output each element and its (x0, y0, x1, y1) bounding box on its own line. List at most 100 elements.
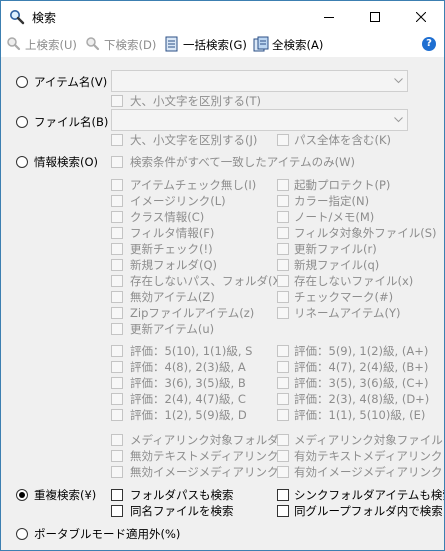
info-checkbox[interactable] (277, 243, 289, 255)
info-label: 無効アイテム(Z) (130, 290, 215, 304)
rating-checkbox[interactable] (277, 409, 289, 421)
info-label: アイテムチェック無し(I) (130, 178, 257, 192)
info-label: 存在しないファイル(x) (294, 274, 414, 288)
file-name-combo[interactable] (111, 109, 408, 131)
duplicate-search-label: 重複検索(¥) (34, 488, 97, 502)
chevron-down-icon (389, 71, 407, 91)
info-label: イメージリンク(L) (130, 194, 226, 208)
sync-folder-checkbox[interactable] (277, 489, 289, 501)
info-label: チェックマーク(#) (294, 290, 394, 304)
file-case-checkbox[interactable] (111, 134, 123, 146)
info-checkbox[interactable] (111, 211, 123, 223)
rating-label: 評価：4(7), 2(4)級, (B+) (294, 360, 429, 374)
info-checkbox[interactable] (111, 275, 123, 287)
rating-checkbox[interactable] (111, 393, 123, 405)
media-label: 有効イメージメディアリンク (294, 465, 443, 479)
all-match-label: 検索条件がすべて一致したアイテムのみ(W) (130, 155, 355, 169)
info-label: 更新チェック(!) (130, 242, 213, 256)
rating-checkbox[interactable] (111, 409, 123, 421)
item-name-combo[interactable] (111, 70, 408, 92)
full-path-checkbox[interactable] (277, 134, 289, 146)
media-label: 有効テキストメディアリンク (294, 449, 443, 463)
batch-search-label: 一括検索(G) (183, 38, 247, 52)
info-checkbox[interactable] (111, 259, 123, 271)
full-path-label: パス全体を含む(K) (294, 133, 392, 147)
info-checkbox[interactable] (111, 291, 123, 303)
rating-checkbox[interactable] (277, 361, 289, 373)
info-label: 存在しないパス、フォルダ(X) (130, 274, 285, 288)
info-checkbox[interactable] (111, 179, 123, 191)
same-name-label: 同名ファイルを検索 (130, 504, 234, 518)
rating-checkbox[interactable] (277, 393, 289, 405)
info-checkbox[interactable] (111, 307, 123, 319)
rating-label: 評価：5(9), 1(2)級, (A+) (294, 344, 429, 358)
info-label: フィルタ情報(F) (130, 226, 215, 240)
rating-checkbox[interactable] (111, 361, 123, 373)
rating-label: 評価：1(2), 5(9)級, D (130, 408, 247, 422)
all-search-button[interactable]: 全検索(A) (253, 36, 323, 54)
search-next-label: 下検索(D) (104, 38, 157, 52)
sync-folder-label: シンクフォルダアイテムも検索 (294, 488, 445, 502)
all-match-checkbox[interactable] (111, 156, 123, 168)
info-search-radio[interactable] (16, 156, 28, 168)
item-case-checkbox[interactable] (111, 95, 123, 107)
toolbar: 上検索(U) 下検索(D) 一括検索(G) 全検索(A) ? (1, 33, 444, 57)
info-checkbox[interactable] (277, 307, 289, 319)
duplicate-search-radio[interactable] (16, 489, 28, 501)
info-checkbox[interactable] (277, 291, 289, 303)
item-name-radio[interactable] (16, 76, 28, 88)
rating-label: 評価：3(6), 3(5)級, B (130, 376, 246, 390)
rating-checkbox[interactable] (111, 377, 123, 389)
media-checkbox[interactable] (111, 434, 123, 446)
rating-label: 評価：2(3), 4(8)級, (D+) (294, 392, 430, 406)
help-icon[interactable]: ? (422, 37, 436, 51)
info-label: 更新ファイル(r) (294, 242, 377, 256)
folder-path-label: フォルダパスも検索 (130, 488, 234, 502)
magnifier-down-icon (85, 36, 101, 55)
info-checkbox[interactable] (277, 259, 289, 271)
info-checkbox[interactable] (111, 243, 123, 255)
info-checkbox[interactable] (111, 323, 123, 335)
search-prev-button[interactable]: 上検索(U) (6, 36, 77, 54)
info-label: リネームアイテム(Y) (294, 306, 401, 320)
file-name-label: ファイル名(B) (34, 115, 109, 129)
portable-mode-label: ポータブルモード適用外(%) (34, 527, 181, 541)
same-name-checkbox[interactable] (111, 505, 123, 517)
info-checkbox[interactable] (277, 275, 289, 287)
search-next-button[interactable]: 下検索(D) (85, 36, 156, 54)
rating-checkbox[interactable] (277, 377, 289, 389)
info-label: カラー指定(N) (294, 194, 370, 208)
media-checkbox[interactable] (277, 466, 289, 478)
info-checkbox[interactable] (277, 195, 289, 207)
info-checkbox[interactable] (111, 227, 123, 239)
minimize-button[interactable] (306, 1, 352, 33)
media-checkbox[interactable] (277, 434, 289, 446)
info-label: 起動プロテクト(P) (294, 178, 391, 192)
media-checkbox[interactable] (111, 450, 123, 462)
batch-search-button[interactable]: 一括検索(G) (164, 36, 247, 54)
search-dialog: 検索 上検索(U) 下検索(D) 一括検索(G) 全検索(A) ? アイテム名(… (0, 0, 445, 551)
info-checkbox[interactable] (277, 179, 289, 191)
info-checkbox[interactable] (277, 227, 289, 239)
title-bar: 検索 (1, 1, 444, 33)
folder-path-checkbox[interactable] (111, 489, 123, 501)
info-label: 新規フォルダ(Q) (130, 258, 218, 272)
all-search-label: 全検索(A) (272, 38, 324, 52)
magnifier-icon (9, 9, 25, 25)
info-label: クラス情報(C) (130, 210, 205, 224)
rating-checkbox[interactable] (277, 345, 289, 357)
rating-checkbox[interactable] (111, 345, 123, 357)
info-checkbox[interactable] (111, 195, 123, 207)
media-checkbox[interactable] (111, 466, 123, 478)
maximize-button[interactable] (352, 1, 398, 33)
same-group-label: 同グループフォルダ内で検索 (294, 504, 443, 518)
info-checkbox[interactable] (277, 211, 289, 223)
portable-mode-radio[interactable] (16, 528, 28, 540)
rating-label: 評価：1(1), 5(10)級, (E) (294, 408, 426, 422)
same-group-checkbox[interactable] (277, 505, 289, 517)
file-name-radio[interactable] (16, 116, 28, 128)
close-button[interactable] (398, 1, 444, 33)
media-label: メディアリンク対象ファイル (294, 433, 443, 447)
media-checkbox[interactable] (277, 450, 289, 462)
info-label: Zipファイルアイテム(z) (130, 306, 255, 320)
